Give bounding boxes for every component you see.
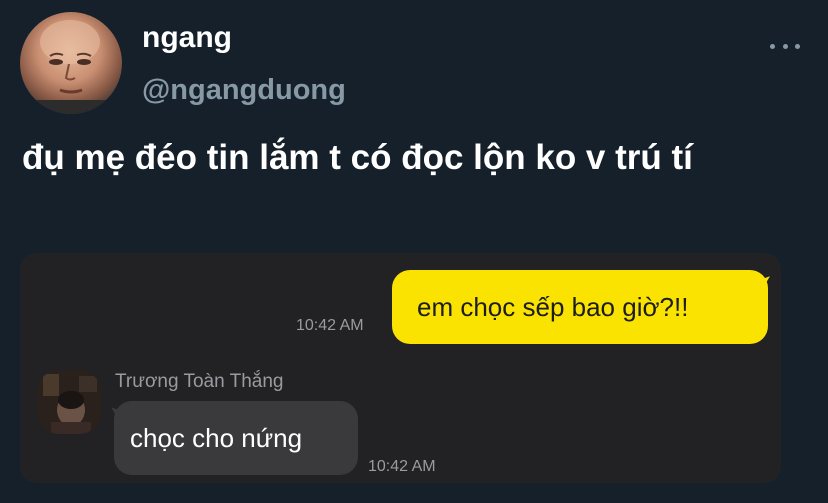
- bubble-tail: [758, 276, 774, 290]
- chat-screenshot-image[interactable]: 10:42 AM em chọc sếp bao giờ?!! Trương T…: [20, 253, 781, 483]
- dot: [770, 43, 775, 49]
- author-name[interactable]: ngang: [142, 18, 232, 58]
- author-handle[interactable]: @ngangduong: [142, 70, 346, 110]
- incoming-message-time: 10:42 AM: [368, 458, 436, 475]
- dot: [782, 43, 788, 49]
- author-avatar[interactable]: [20, 12, 122, 114]
- tweet: ngang @ngangduong đụ mẹ đéo tin lắm t có…: [0, 0, 828, 503]
- outgoing-message-text: em chọc sếp bao giờ?!!: [417, 291, 689, 322]
- incoming-message-text: chọc cho nứng: [130, 422, 303, 453]
- bubble-tail: [107, 407, 123, 421]
- contact-photo-icon: [37, 370, 101, 434]
- dot: [795, 43, 800, 49]
- contact-name: Trương Toàn Thắng: [115, 371, 284, 392]
- avatar-face-icon: [20, 20, 122, 114]
- tweet-text: đụ mẹ đéo tin lắm t có đọc lộn ko v trú …: [22, 138, 693, 177]
- incoming-message-bubble: chọc cho nứng: [107, 401, 358, 475]
- more-options-icon[interactable]: [770, 36, 800, 56]
- outgoing-message-bubble: em chọc sếp bao giờ?!!: [392, 270, 774, 344]
- outgoing-message-time: 10:42 AM: [296, 317, 364, 334]
- contact-avatar: [37, 370, 101, 434]
